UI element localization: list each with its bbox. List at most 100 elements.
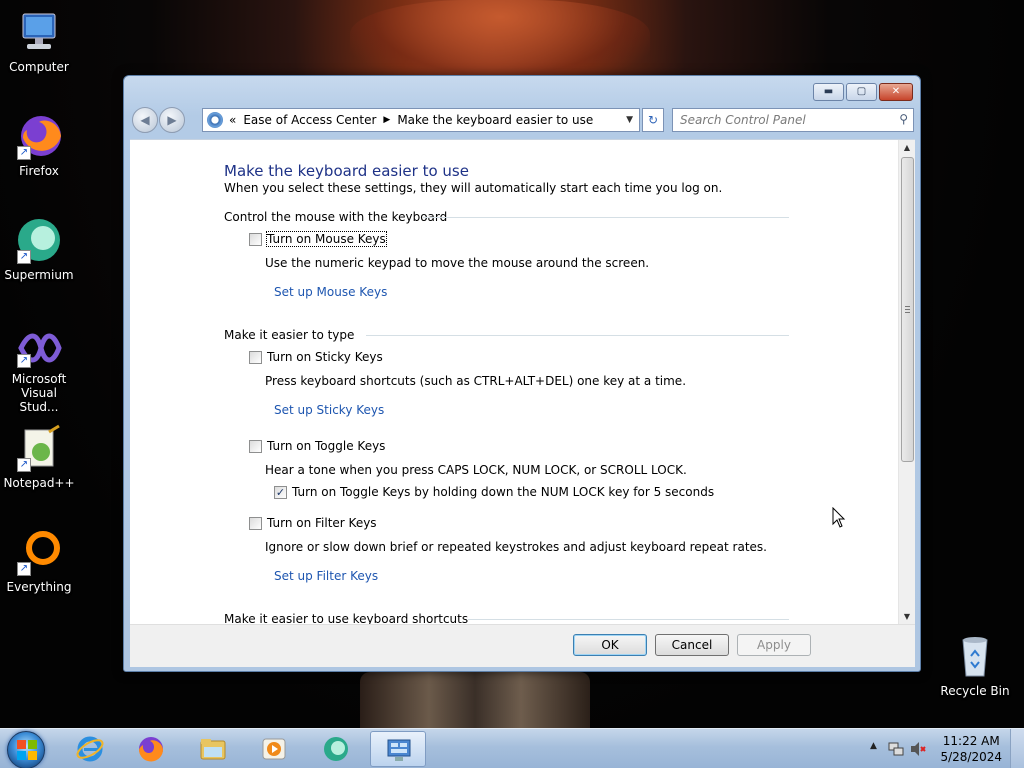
notepad-plus-plus-icon: ↗ (15, 424, 63, 472)
desktop-icon-supermium[interactable]: ↗ Supermium (2, 216, 76, 282)
shortcut-arrow-icon: ↗ (17, 146, 31, 160)
shortcut-arrow-icon: ↗ (17, 562, 31, 576)
breadcrumb-separator-icon[interactable]: ▶ (383, 115, 390, 125)
back-button[interactable]: ◀ (132, 107, 158, 133)
section-divider (423, 217, 789, 218)
shortcut-arrow-icon: ↗ (17, 250, 31, 264)
filter-keys-checkbox[interactable]: Turn on Filter Keys (249, 516, 377, 530)
mouse-cursor-icon (832, 507, 846, 528)
page-title: Make the keyboard easier to use (224, 162, 469, 180)
address-bar[interactable]: « Ease of Access Center ▶ Make the keybo… (202, 108, 640, 132)
mouse-keys-description: Use the numeric keypad to move the mouse… (265, 256, 650, 270)
content-pane: Make the keyboard easier to use When you… (130, 139, 915, 624)
vertical-scrollbar[interactable]: ▲ ▼ (898, 140, 915, 624)
setup-mouse-keys-link[interactable]: Set up Mouse Keys (274, 285, 387, 299)
taskbar-firefox[interactable] (123, 731, 179, 767)
start-button[interactable] (7, 731, 45, 768)
search-input[interactable] (673, 109, 883, 131)
network-icon[interactable] (887, 740, 905, 758)
taskbar-media-player[interactable] (246, 731, 302, 767)
control-panel-icon (387, 739, 411, 761)
clock-date: 5/28/2024 (940, 750, 1002, 764)
taskbar-control-panel[interactable] (370, 731, 426, 767)
everything-icon: ↗ (15, 528, 63, 576)
desktop-icon-label: Recycle Bin (940, 684, 1010, 698)
file-explorer-icon (200, 739, 226, 760)
toggle-keys-description: Hear a tone when you press CAPS LOCK, NU… (265, 463, 687, 477)
desktop-icon-notepad-plus-plus[interactable]: ↗ Notepad++ (2, 424, 76, 490)
maximize-button[interactable]: ▢ (846, 83, 877, 101)
section-divider (468, 619, 789, 620)
ok-button[interactable]: OK (573, 634, 647, 656)
desktop-icon-recycle-bin[interactable]: Recycle Bin (938, 632, 1012, 698)
supermium-icon (324, 737, 348, 761)
mouse-keys-checkbox[interactable]: Turn on Mouse Keys (249, 231, 387, 247)
computer-icon (15, 8, 63, 56)
firefox-icon: ↗ (15, 112, 63, 160)
control-panel-window: ▬ ▢ ✕ ◀ ▶ « Ease of Access Center ▶ Make… (123, 75, 921, 672)
media-player-icon (262, 738, 286, 760)
visual-studio-icon: ↗ (15, 328, 63, 368)
control-panel-icon (207, 112, 223, 128)
volume-muted-icon[interactable] (909, 740, 927, 758)
checkbox-box[interactable] (249, 516, 262, 530)
cancel-button[interactable]: Cancel (655, 634, 729, 656)
desktop-icon-label: Everything (6, 580, 72, 594)
setup-sticky-keys-link[interactable]: Set up Sticky Keys (274, 403, 384, 417)
desktop-icon-visual-studio[interactable]: ↗ Microsoft Visual Stud... (2, 328, 76, 414)
toggle-keys-checkbox[interactable]: Turn on Toggle Keys (249, 439, 385, 453)
taskbar-supermium[interactable] (308, 731, 364, 767)
taskbar-file-explorer[interactable] (185, 731, 241, 767)
show-hidden-icons-button[interactable]: ▲ (870, 741, 877, 751)
desktop-icon-computer[interactable]: Computer (2, 8, 76, 74)
clock-time: 11:22 AM (942, 734, 1000, 748)
address-dropdown-icon[interactable]: ▼ (626, 115, 633, 125)
taskbar: ▲ 11:22 AM 5/28/2024 (0, 728, 1024, 768)
scrollbar-grip-icon (905, 306, 910, 313)
apply-button[interactable]: Apply (737, 634, 811, 656)
breadcrumb-ease-of-access[interactable]: Ease of Access Center (243, 113, 376, 127)
checkbox-label[interactable]: Turn on Toggle Keys (267, 439, 385, 453)
checkbox-label[interactable]: Turn on Mouse Keys (266, 231, 387, 247)
checkbox-label[interactable]: Turn on Sticky Keys (267, 350, 383, 364)
checkbox-box[interactable] (249, 439, 262, 453)
breadcrumb-keyboard[interactable]: Make the keyboard easier to use (397, 113, 593, 127)
recycle-bin-icon (951, 632, 999, 680)
section-heading-shortcuts: Make it easier to use keyboard shortcuts (224, 612, 469, 624)
desktop-icon-everything[interactable]: ↗ Everything (2, 528, 76, 594)
checkbox-label[interactable]: Turn on Filter Keys (267, 516, 377, 530)
refresh-button[interactable]: ↻ (642, 108, 664, 132)
desktop-icon-firefox[interactable]: ↗ Firefox (2, 112, 76, 178)
clock[interactable]: 11:22 AM 5/28/2024 (940, 733, 1002, 765)
dialog-footer: OK Cancel Apply (130, 624, 915, 667)
windows-logo-icon (17, 740, 37, 760)
scroll-up-icon[interactable]: ▲ (899, 140, 915, 156)
section-heading-mouse: Control the mouse with the keyboard (224, 210, 448, 224)
forward-button[interactable]: ▶ (159, 107, 185, 133)
minimize-button[interactable]: ▬ (813, 83, 844, 101)
shortcut-arrow-icon: ↗ (17, 354, 31, 368)
section-divider (366, 335, 789, 336)
breadcrumb-overflow[interactable]: « (229, 113, 236, 127)
desktop-icon-label: Notepad++ (3, 476, 75, 490)
toggle-keys-numlock-checkbox[interactable]: ✓ Turn on Toggle Keys by holding down th… (274, 485, 714, 499)
scroll-down-icon[interactable]: ▼ (899, 609, 915, 624)
checked-box-icon[interactable]: ✓ (274, 485, 287, 499)
internet-explorer-icon (76, 736, 104, 762)
show-desktop-button[interactable] (1010, 729, 1024, 768)
taskbar-internet-explorer[interactable] (62, 731, 118, 767)
search-icon[interactable]: ⚲ (899, 112, 908, 126)
wallpaper-figure (360, 672, 590, 730)
checkbox-label[interactable]: Turn on Toggle Keys by holding down the … (292, 485, 714, 499)
checkbox-box[interactable] (249, 232, 262, 246)
shortcut-arrow-icon: ↗ (17, 458, 31, 472)
caption-buttons: ▬ ▢ ✕ (813, 83, 913, 101)
search-box[interactable]: ⚲ (672, 108, 914, 132)
firefox-icon (139, 737, 164, 762)
checkbox-box[interactable] (249, 350, 262, 364)
setup-filter-keys-link[interactable]: Set up Filter Keys (274, 569, 378, 583)
close-button[interactable]: ✕ (879, 83, 913, 101)
sticky-keys-checkbox[interactable]: Turn on Sticky Keys (249, 350, 383, 364)
scrollbar-thumb[interactable] (901, 157, 914, 462)
filter-keys-description: Ignore or slow down brief or repeated ke… (265, 540, 767, 554)
